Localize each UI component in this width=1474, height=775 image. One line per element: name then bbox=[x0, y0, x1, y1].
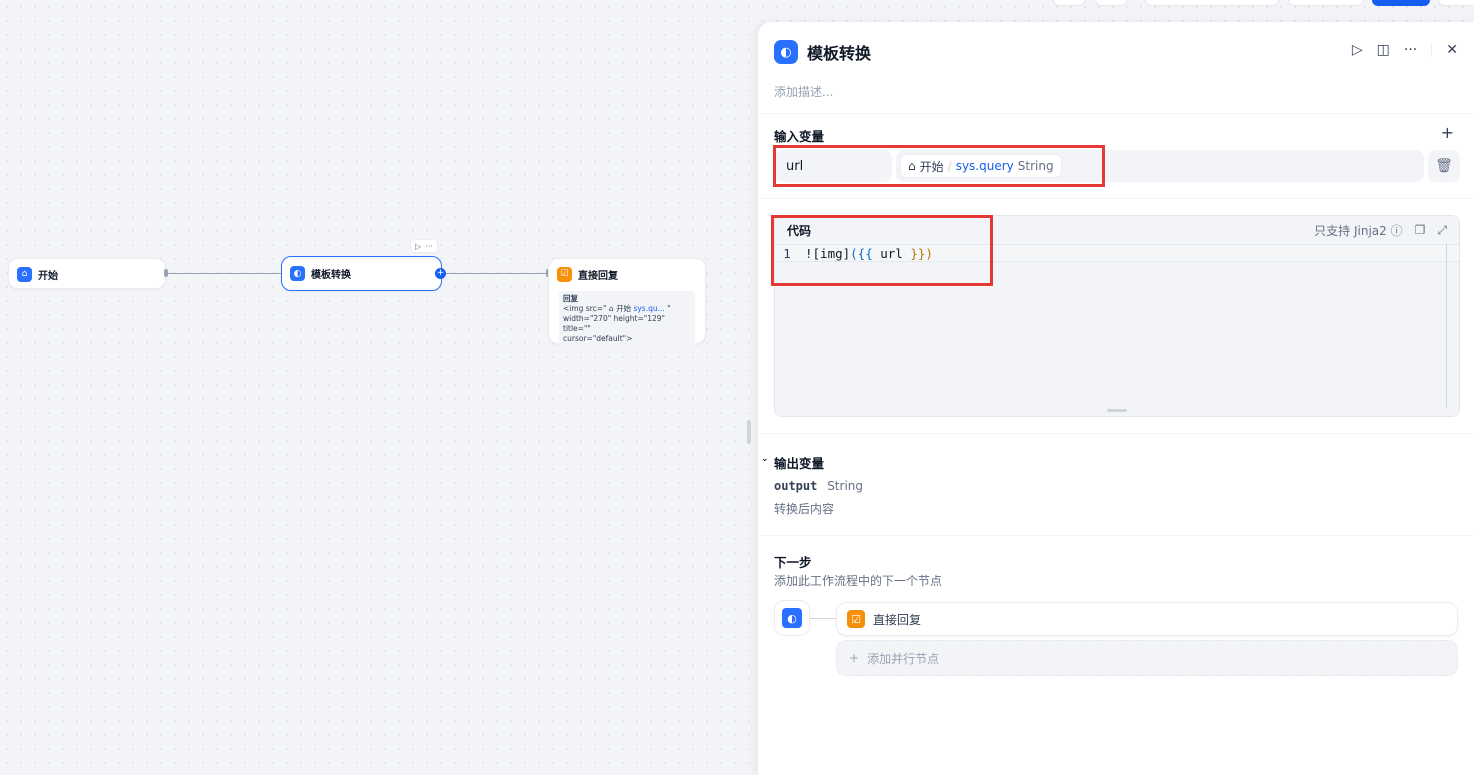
divider bbox=[758, 535, 1474, 536]
panel-title[interactable]: 模板转换 bbox=[807, 40, 871, 64]
answer-preview: 回复 <img src=" ⌂ 开始 sys.qu... " width="27… bbox=[559, 291, 695, 347]
template-transform-icon: ◐ bbox=[782, 608, 802, 628]
next-node-item[interactable]: ☑ 直接回复 bbox=[836, 602, 1458, 636]
toolbar-button[interactable] bbox=[1288, 0, 1364, 6]
start-output-handle[interactable] bbox=[164, 269, 168, 277]
start-node[interactable]: ⌂ 开始 bbox=[8, 258, 166, 289]
more-icon[interactable]: ··· bbox=[425, 242, 433, 251]
expand-icon[interactable]: ⤢ bbox=[1437, 223, 1447, 238]
next-step-title: 下一步 bbox=[774, 555, 812, 570]
annotation-box bbox=[771, 215, 993, 286]
header-divider bbox=[1431, 43, 1433, 57]
editor-resize-handle[interactable] bbox=[1107, 409, 1127, 412]
answer-line3: cursor="default"> bbox=[563, 334, 633, 343]
divider bbox=[758, 433, 1474, 434]
output-variable-type: String bbox=[827, 479, 863, 493]
edge-start-template bbox=[166, 273, 282, 274]
jinja-hint: 只支持 Jinja2 ⓘ bbox=[1314, 223, 1403, 238]
home-icon: ⌂ bbox=[17, 266, 32, 282]
answer-line2: width="270" height="129" title="" bbox=[563, 314, 665, 333]
edge-template-answer bbox=[442, 273, 548, 274]
template-node-title: 模板转换 bbox=[311, 270, 351, 281]
current-node-icon-box: ◐ bbox=[774, 600, 810, 636]
publish-button[interactable] bbox=[1372, 0, 1430, 6]
divider bbox=[758, 198, 1474, 199]
answer-icon: ☑ bbox=[847, 610, 865, 628]
template-transform-icon: ◐ bbox=[774, 40, 798, 64]
answer-line1-prefix: <img src=" bbox=[563, 304, 607, 313]
answer-node-title: 直接回复 bbox=[578, 270, 618, 282]
start-node-title: 开始 bbox=[38, 270, 58, 282]
panel-resize-handle[interactable] bbox=[747, 420, 751, 444]
answer-node[interactable]: ☑ 直接回复 回复 <img src=" ⌂ 开始 sys.qu... " wi… bbox=[548, 258, 706, 347]
next-node-title: 直接回复 bbox=[873, 612, 922, 627]
add-parallel-node-button[interactable]: + 添加并行节点 bbox=[836, 640, 1458, 676]
answer-preview-label: 回复 bbox=[563, 294, 578, 303]
answer-line1-var: sys.qu... bbox=[633, 304, 665, 313]
answer-line1-node: 开始 bbox=[616, 304, 632, 313]
node-config-panel: ◐ 模板转换 ▷ ◫ ··· ✕ 添加描述... 输入变量 + url ⌂ 开始… bbox=[757, 22, 1474, 775]
run-node-icon[interactable]: ▷ bbox=[415, 242, 421, 251]
output-section-title[interactable]: ⌄ 输出变量 bbox=[761, 453, 824, 472]
copy-icon[interactable]: ❐ bbox=[1415, 223, 1426, 237]
divider bbox=[758, 113, 1474, 114]
close-icon[interactable]: ✕ bbox=[1446, 42, 1458, 58]
template-node[interactable]: ◐ 模板转换 bbox=[281, 256, 442, 291]
answer-line1-suffix: " bbox=[667, 304, 671, 313]
help-circle-icon: ⓘ bbox=[1390, 223, 1403, 238]
next-step-subtitle: 添加此工作流程中的下一个节点 bbox=[774, 574, 943, 588]
plus-icon: + bbox=[849, 651, 860, 665]
next-connector bbox=[810, 618, 836, 619]
add-parallel-label: 添加并行节点 bbox=[867, 651, 940, 666]
delete-variable-icon[interactable]: 🗑 bbox=[1428, 150, 1460, 182]
template-transform-icon: ◐ bbox=[290, 266, 305, 281]
toolbar-button[interactable] bbox=[1053, 0, 1085, 6]
output-variable: output String bbox=[774, 479, 863, 493]
more-icon[interactable]: ··· bbox=[1404, 42, 1417, 58]
editor-scrollbar[interactable] bbox=[1446, 244, 1447, 408]
add-variable-icon[interactable]: + bbox=[1441, 123, 1454, 142]
description-input[interactable]: 添加描述... bbox=[774, 83, 833, 100]
toolbar-button[interactable] bbox=[1095, 0, 1127, 6]
output-variable-name: output bbox=[774, 479, 818, 493]
help-doc-icon[interactable]: ◫ bbox=[1377, 42, 1390, 58]
output-variable-description: 转换后内容 bbox=[774, 502, 835, 516]
run-icon[interactable]: ▷ bbox=[1352, 42, 1363, 58]
answer-icon: ☑ bbox=[557, 266, 572, 282]
home-icon: ⌂ bbox=[608, 304, 614, 313]
annotation-box bbox=[773, 145, 1105, 187]
node-toolbar: ▷ ··· bbox=[410, 239, 438, 253]
toolbar-button[interactable] bbox=[1438, 0, 1474, 6]
toolbar-button[interactable] bbox=[1145, 0, 1279, 6]
input-section-title: 输入变量 bbox=[774, 129, 825, 144]
chevron-down-icon: ⌄ bbox=[761, 454, 769, 464]
add-next-node-handle[interactable]: + bbox=[435, 268, 446, 279]
